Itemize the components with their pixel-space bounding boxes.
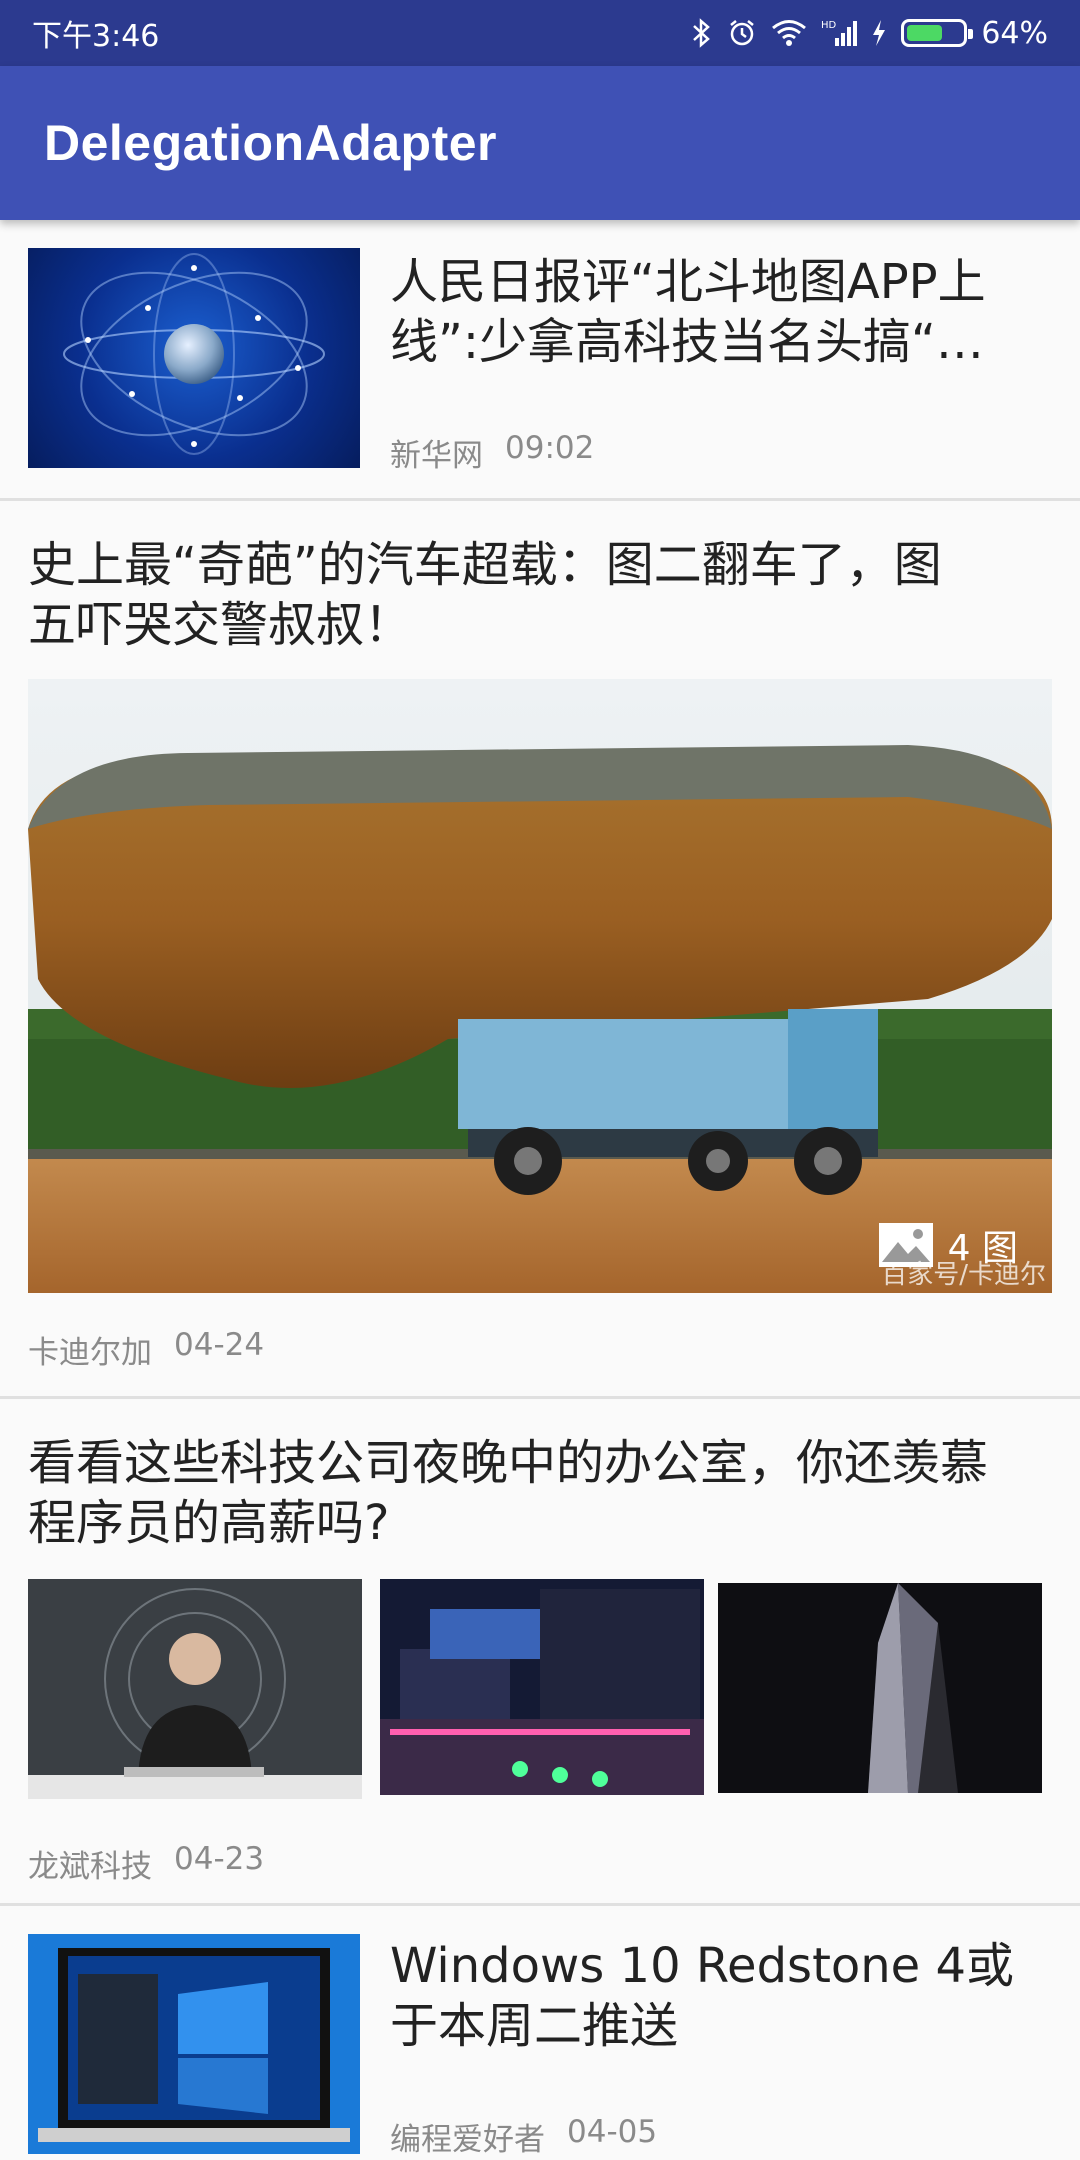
news-source: 龙斌科技 <box>28 1849 152 1885</box>
overloaded-truck-image <box>28 679 1052 1293</box>
news-source: 编程爱好者 <box>390 2122 545 2158</box>
news-meta: 卡迪尔加 04-24 <box>28 1327 264 1372</box>
windows-laptop-image <box>28 1934 360 2154</box>
news-item[interactable]: 人民日报评“北斗地图APP上线”:少拿高科技当名头搞“… 新华网 09:02 <box>0 220 1080 498</box>
charging-icon <box>873 20 886 46</box>
alarm-icon <box>730 20 755 46</box>
news-thumbnail-3 <box>718 1583 1042 1793</box>
battery-level <box>907 25 942 41</box>
news-thumbnail-2 <box>380 1579 704 1795</box>
news-title[interactable]: 人民日报评“北斗地图APP上线”:少拿高科技当名头搞“… <box>390 252 1040 372</box>
news-meta: 新华网 09:02 <box>390 430 594 475</box>
news-title[interactable]: Windows 10 Redstone 4或于本周二推送 <box>390 1936 1030 2056</box>
image-watermark: 百家号/卡迪尔 <box>881 1260 1046 1290</box>
news-item[interactable]: Windows 10 Redstone 4或于本周二推送 编程爱好者 04-05 <box>0 1906 1080 2160</box>
status-time: 下午3:46 <box>32 19 160 54</box>
battery-percent: 64% <box>981 15 1048 51</box>
hacker-portrait-image <box>28 1579 362 1799</box>
news-source: 新华网 <box>390 438 483 474</box>
app-bar: DelegationAdapter <box>0 66 1080 220</box>
news-source: 卡迪尔加 <box>28 1335 152 1371</box>
news-item[interactable]: 史上最“奇葩”的汽车超载：图二翻车了，图五吓哭交警叔叔！ 4 图 百家号/卡迪尔… <box>0 501 1080 1371</box>
news-title[interactable]: 看看这些科技公司夜晚中的办公室，你还羡慕程序员的高薪吗? <box>28 1433 1008 1553</box>
bluetooth-icon <box>693 18 711 48</box>
news-item[interactable]: 看看这些科技公司夜晚中的办公室，你还羡慕程序员的高薪吗? 龙斌科技 04-23 <box>0 1399 1080 1903</box>
wifi-icon <box>772 20 807 46</box>
news-thumbnail-1 <box>28 1579 362 1799</box>
news-title[interactable]: 史上最“奇葩”的汽车超载：图二翻车了，图五吓哭交警叔叔！ <box>28 535 988 655</box>
signal-icon: HD <box>821 20 858 46</box>
news-time: 04-05 <box>567 2114 658 2150</box>
app-title: DelegationAdapter <box>44 115 498 171</box>
news-thumbnail <box>28 248 360 468</box>
news-thumbnail <box>28 1934 360 2154</box>
news-meta: 编程爱好者 04-05 <box>390 2114 657 2159</box>
news-meta: 龙斌科技 04-23 <box>28 1841 264 1886</box>
satellite-globe-image <box>63 253 325 455</box>
status-icons: HD 64% <box>691 16 1048 51</box>
news-time: 09:02 <box>505 430 595 466</box>
battery-icon <box>901 19 974 47</box>
news-large-image: 4 图 百家号/卡迪尔 <box>28 679 1052 1293</box>
status-bar: 下午3:46 HD 64% <box>0 0 1080 66</box>
svg-text:HD: HD <box>821 20 837 31</box>
news-feed[interactable]: 人民日报评“北斗地图APP上线”:少拿高科技当名头搞“… 新华网 09:02 史… <box>0 220 1080 2160</box>
news-time: 04-23 <box>174 1841 265 1877</box>
tower-night-image <box>718 1583 1042 1793</box>
office-night-plaza-image <box>380 1579 704 1795</box>
news-time: 04-24 <box>174 1327 265 1363</box>
